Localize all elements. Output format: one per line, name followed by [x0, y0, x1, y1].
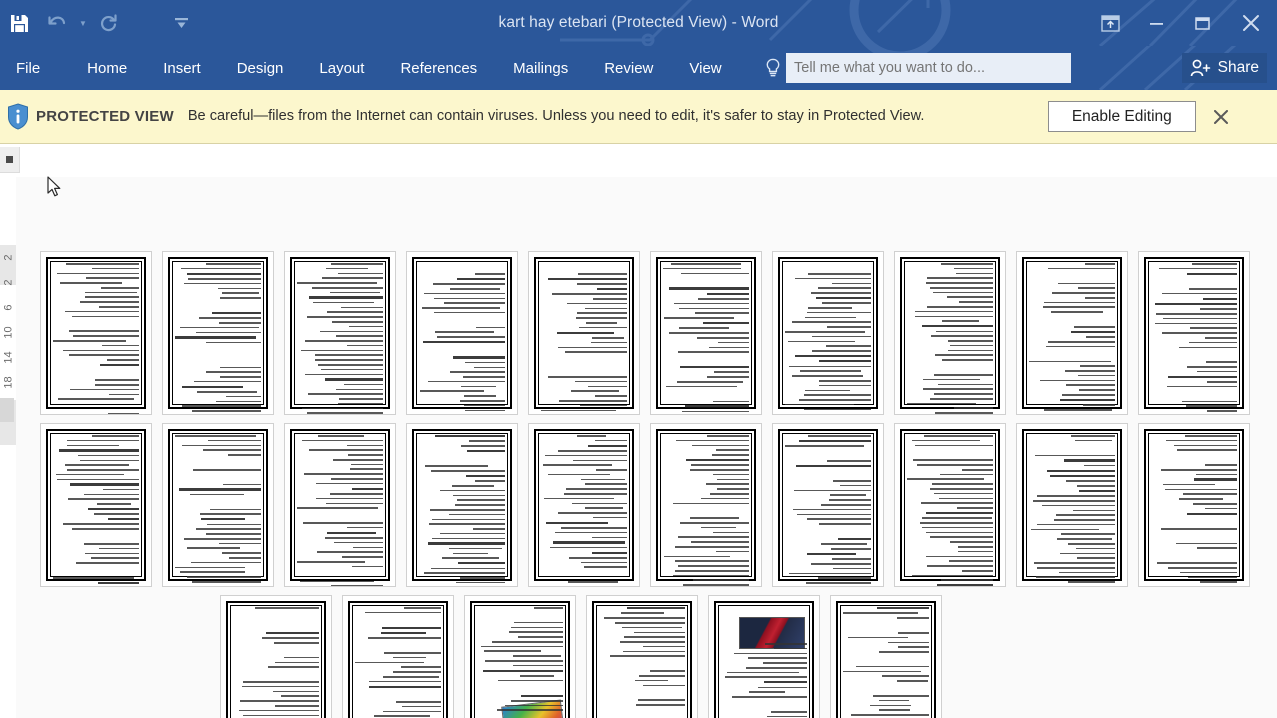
page-text-lines — [419, 435, 505, 584]
document-page-thumbnail[interactable] — [772, 423, 884, 587]
page-text-lines — [1151, 435, 1237, 583]
page-text-lines — [175, 435, 261, 583]
document-page-thumbnail[interactable] — [220, 595, 332, 718]
page-text-lines — [541, 435, 627, 583]
document-page-thumbnail[interactable] — [284, 251, 396, 415]
page-text-lines — [721, 607, 807, 718]
document-page-thumbnail[interactable] — [528, 423, 640, 587]
page-text-lines — [297, 435, 383, 586]
page-text-lines — [233, 607, 319, 718]
lightbulb-icon — [760, 58, 786, 78]
tab-design[interactable]: Design — [224, 46, 297, 90]
horizontal-ruler[interactable]: 18 14 10 6 2 2 — [0, 145, 1277, 324]
document-page-thumbnail[interactable] — [772, 251, 884, 415]
close-protected-view-icon[interactable] — [1204, 97, 1238, 137]
page-text-lines — [541, 263, 627, 412]
page-text-lines — [297, 263, 383, 414]
document-page-thumbnail[interactable] — [40, 423, 152, 587]
document-page-thumbnail[interactable] — [1016, 423, 1128, 587]
document-page-thumbnail[interactable] — [650, 251, 762, 415]
tab-home[interactable]: Home — [74, 46, 140, 90]
page-text-lines — [785, 263, 871, 411]
document-title: kart hay etebari (Protected View) - Word — [498, 14, 779, 31]
share-button[interactable]: Share — [1181, 53, 1267, 83]
page-text-lines — [663, 263, 749, 413]
maximize-icon[interactable] — [1179, 0, 1225, 46]
info-shield-icon — [0, 103, 36, 130]
window-controls — [1087, 0, 1277, 46]
share-person-icon — [1190, 59, 1210, 77]
page-text-lines — [1151, 263, 1237, 412]
tab-insert[interactable]: Insert — [150, 46, 214, 90]
page-text-lines — [843, 607, 929, 718]
document-page-thumbnail[interactable] — [650, 423, 762, 587]
vertical-scrollbar-thumb[interactable] — [0, 398, 14, 422]
page-text-lines — [599, 607, 685, 718]
tab-stop-selector[interactable] — [0, 147, 20, 173]
tell-me-input[interactable] — [786, 53, 1071, 83]
document-page-thumbnail[interactable] — [464, 595, 576, 718]
ribbon-display-options-icon[interactable] — [1087, 0, 1133, 46]
document-page-thumbnail[interactable] — [586, 595, 698, 718]
enable-editing-button[interactable]: Enable Editing — [1047, 101, 1196, 132]
page-text-lines — [907, 263, 993, 414]
protected-view-bar: PROTECTED VIEW Be careful—files from the… — [0, 90, 1277, 144]
page-text-lines — [175, 263, 261, 412]
page-text-lines — [477, 607, 565, 718]
page-text-lines — [785, 435, 871, 584]
tell-me-container — [760, 53, 1071, 83]
page-text-lines — [907, 435, 993, 586]
page-text-lines — [53, 263, 139, 414]
protected-view-badge: PROTECTED VIEW — [36, 108, 174, 125]
tab-review[interactable]: Review — [591, 46, 666, 90]
tab-file[interactable]: File — [0, 46, 58, 90]
document-page-thumbnail[interactable] — [708, 595, 820, 718]
document-page-thumbnail[interactable] — [1016, 251, 1128, 415]
ribbon-tab-bar: File Home Insert Design Layout Reference… — [0, 46, 1277, 90]
protected-view-message: Be careful—files from the Internet can c… — [187, 108, 925, 125]
mouse-pointer — [47, 176, 61, 197]
tab-view[interactable]: View — [676, 46, 734, 90]
page-text-lines — [419, 263, 505, 412]
left-tab-stop-icon — [6, 156, 13, 163]
document-page-thumbnail[interactable] — [894, 423, 1006, 587]
document-page-thumbnail[interactable] — [1138, 251, 1250, 415]
tab-layout[interactable]: Layout — [306, 46, 377, 90]
minimize-icon[interactable] — [1133, 0, 1179, 46]
document-page-thumbnail[interactable] — [284, 423, 396, 587]
document-page-thumbnail[interactable] — [162, 251, 274, 415]
page-text-lines — [53, 435, 139, 584]
page-text-lines — [1029, 435, 1115, 583]
tab-references[interactable]: References — [387, 46, 490, 90]
document-page-thumbnail[interactable] — [162, 423, 274, 587]
document-canvas[interactable] — [16, 177, 1277, 718]
document-page-thumbnail[interactable] — [406, 251, 518, 415]
document-page-thumbnail[interactable] — [1138, 423, 1250, 587]
page-text-lines — [1029, 263, 1115, 414]
document-page-thumbnail[interactable] — [894, 251, 1006, 415]
ribbon-tabs: File Home Insert Design Layout Reference… — [0, 46, 735, 90]
page-text-lines — [355, 607, 441, 718]
document-page-thumbnail[interactable] — [342, 595, 454, 718]
document-page-thumbnail[interactable] — [830, 595, 942, 718]
page-text-lines — [663, 435, 749, 586]
close-icon[interactable] — [1225, 0, 1277, 46]
document-page-thumbnail[interactable] — [528, 251, 640, 415]
document-page-thumbnail[interactable] — [406, 423, 518, 587]
document-page-thumbnail[interactable] — [40, 251, 152, 415]
share-label: Share — [1217, 59, 1259, 76]
tab-mailings[interactable]: Mailings — [500, 46, 581, 90]
title-bar: ▼ kart hay etebari (Protected View) - Wo… — [0, 0, 1277, 46]
